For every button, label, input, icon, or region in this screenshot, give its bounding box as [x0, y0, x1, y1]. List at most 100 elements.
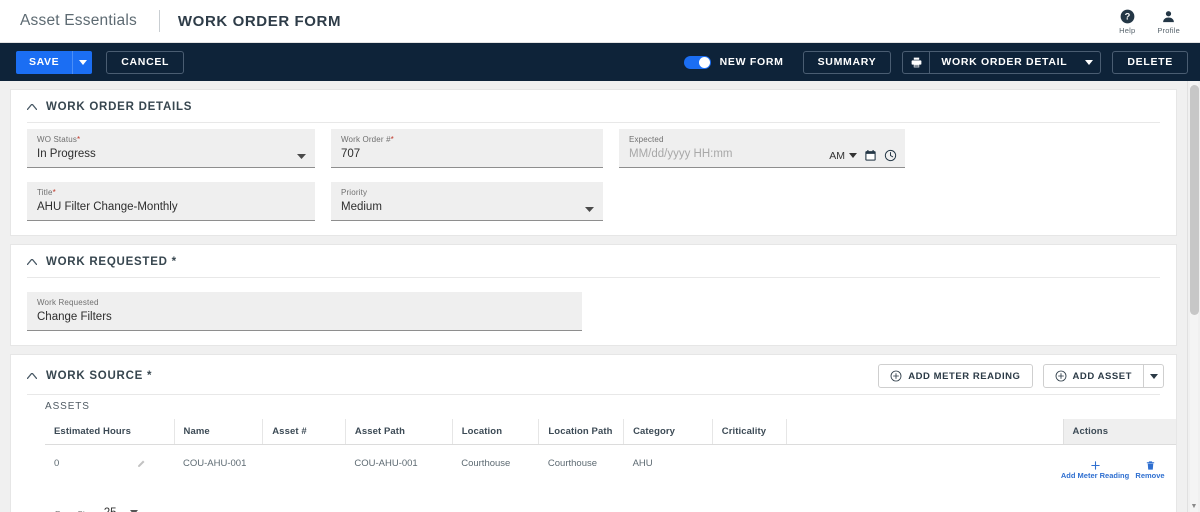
cell-spacer — [787, 445, 1063, 494]
profile-button[interactable]: Profile — [1157, 8, 1180, 35]
chevron-down-icon — [849, 153, 857, 158]
cell-category: AHU — [632, 458, 653, 469]
column-asset-path[interactable]: Asset Path — [344, 419, 453, 445]
title-label: Title* — [37, 188, 56, 197]
column-criticality[interactable]: Criticality — [711, 419, 787, 445]
chevron-down-icon[interactable] — [297, 154, 306, 159]
estimated-hours-value: 0 — [54, 458, 60, 469]
cell-asset-path: COU-AHU-001 — [354, 458, 418, 469]
table-row[interactable]: 0 COU-AHU-001 COU-AHU-001 Courthouse Cou… — [45, 445, 1176, 494]
work-order-details-header[interactable]: WORK ORDER DETAILS — [11, 90, 1176, 122]
row-add-meter-reading-label: Add Meter Reading — [1060, 471, 1130, 480]
scroll-down-arrow-icon[interactable]: ▼ — [1188, 500, 1200, 512]
profile-label: Profile — [1157, 25, 1180, 35]
save-button[interactable]: SAVE — [16, 50, 73, 74]
edit-pencil-icon[interactable] — [137, 459, 146, 468]
column-category[interactable]: Category — [623, 419, 713, 445]
assets-subsection-label: ASSETS — [45, 401, 90, 412]
cell-location: Courthouse — [461, 458, 511, 469]
trash-icon — [1145, 460, 1156, 471]
column-location[interactable]: Location — [451, 419, 539, 445]
assets-table: Estimated Hours Name Asset # Asset Path … — [45, 419, 1176, 494]
chevron-up-icon[interactable] — [27, 373, 37, 379]
ampm-value: AM — [829, 149, 845, 162]
top-bar: Asset Essentials WORK ORDER FORM ? Help … — [0, 0, 1200, 43]
toggle-knob — [698, 56, 710, 68]
add-asset-dropdown-button[interactable] — [1143, 365, 1163, 387]
vertical-scrollbar[interactable]: ▲ ▼ — [1187, 81, 1200, 512]
help-icon: ? — [1120, 8, 1135, 25]
details-row-spacer — [11, 168, 1176, 176]
row-remove-button[interactable]: Remove — [1132, 460, 1168, 481]
calendar-icon[interactable] — [864, 149, 877, 162]
help-label: Help — [1119, 25, 1136, 35]
wo-status-field[interactable]: WO Status* In Progress — [27, 129, 315, 168]
work-requested-row: Work Requested Change Filters — [11, 278, 1176, 331]
new-form-toggle[interactable] — [683, 55, 711, 69]
new-form-toggle-group[interactable]: NEW FORM — [683, 55, 784, 69]
chevron-down-icon[interactable] — [585, 207, 594, 212]
page-size-value: 25 — [104, 507, 117, 512]
assets-table-head: Estimated Hours Name Asset # Asset Path … — [45, 419, 1176, 445]
work-requested-field[interactable]: Work Requested Change Filters — [27, 292, 582, 331]
add-meter-reading-button[interactable]: ADD METER READING — [878, 364, 1033, 388]
summary-button[interactable]: SUMMARY — [802, 50, 892, 74]
work-requested-title: WORK REQUESTED * — [46, 256, 177, 268]
delete-button[interactable]: DELETE — [1112, 50, 1188, 74]
plus-icon — [1090, 460, 1101, 471]
page-title: WORK ORDER FORM — [177, 12, 342, 30]
action-toolbar: SAVE CANCEL NEW FORM SUMMARY WORK ORDER … — [0, 43, 1200, 81]
work-order-detail-button[interactable]: WORK ORDER DETAIL — [930, 52, 1078, 73]
cell-criticality — [712, 445, 787, 494]
table-header-row: Estimated Hours Name Asset # Asset Path … — [45, 419, 1176, 445]
column-location-path[interactable]: Location Path — [538, 419, 624, 445]
page-size-select[interactable]: 25 — [102, 507, 144, 512]
plus-circle-icon — [890, 370, 902, 382]
row-add-meter-reading-button[interactable]: Add Meter Reading — [1061, 460, 1129, 481]
wo-status-label: WO Status* — [37, 135, 81, 144]
print-button[interactable] — [903, 51, 931, 73]
add-asset-button[interactable]: ADD ASSET — [1044, 365, 1144, 387]
profile-icon — [1161, 8, 1176, 25]
work-requested-label: Work Requested — [37, 298, 99, 307]
new-form-label: NEW FORM — [719, 56, 784, 68]
chevron-down-icon — [78, 59, 87, 65]
details-row-1: WO Status* In Progress Work Order #* 707… — [11, 123, 1176, 168]
help-button[interactable]: ? Help — [1119, 8, 1135, 35]
scrollbar-thumb[interactable] — [1190, 85, 1199, 315]
ampm-selector[interactable]: AM — [829, 150, 857, 162]
plus-circle-icon — [1055, 370, 1067, 382]
cell-estimated-hours: 0 — [45, 445, 174, 494]
chevron-down-icon — [1085, 59, 1094, 65]
work-requested-header[interactable]: WORK REQUESTED * — [11, 245, 1176, 277]
priority-label: Priority — [341, 188, 368, 197]
expected-date-field[interactable]: Expected MM/dd/yyyy HH:mm AM — [619, 129, 905, 168]
work-order-form-page: Asset Essentials WORK ORDER FORM ? Help … — [0, 0, 1200, 512]
column-asset-number[interactable]: Asset # — [262, 419, 346, 445]
brand-separator — [158, 10, 160, 32]
add-meter-reading-label: ADD METER READING — [908, 370, 1021, 382]
save-dropdown-button[interactable] — [72, 50, 93, 74]
wo-status-value: In Progress — [37, 148, 96, 160]
chevron-up-icon — [27, 104, 37, 110]
cell-location-path: Courthouse — [547, 458, 598, 469]
work-order-details-section: WORK ORDER DETAILS WO Status* In Progres… — [10, 89, 1177, 236]
cell-actions: Add Meter Reading Remove — [1061, 445, 1176, 494]
title-field[interactable]: Title* AHU Filter Change-Monthly — [27, 182, 315, 221]
chevron-up-icon — [27, 259, 37, 265]
work-source-section: WORK SOURCE * ADD METER READING ADD ASSE… — [10, 354, 1177, 512]
details-row-2: Title* AHU Filter Change-Monthly Priorit… — [11, 176, 1176, 221]
column-name[interactable]: Name — [173, 419, 263, 445]
work-order-detail-dropdown-button[interactable] — [1078, 52, 1100, 73]
clock-icon[interactable] — [884, 149, 897, 162]
estimated-hours-wrap: 0 — [54, 458, 166, 469]
work-source-actions: ADD METER READING ADD ASSET — [878, 364, 1164, 388]
form-scroll-area: WORK ORDER DETAILS WO Status* In Progres… — [0, 81, 1187, 512]
cancel-button[interactable]: CANCEL — [106, 50, 185, 74]
priority-field[interactable]: Priority Medium — [331, 182, 603, 221]
cell-asset-number — [263, 445, 346, 494]
title-value: AHU Filter Change-Monthly — [37, 201, 178, 213]
work-order-number-field[interactable]: Work Order #* 707 — [331, 129, 603, 168]
priority-value: Medium — [341, 201, 382, 213]
column-estimated-hours[interactable]: Estimated Hours — [45, 419, 175, 445]
